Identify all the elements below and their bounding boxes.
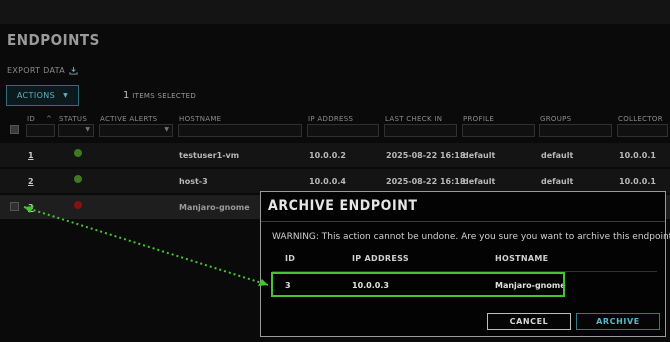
column-header-collector[interactable]: COLLECTOR [618,115,663,123]
row-last-check-in: 2025-08-22 16:18 [386,177,466,186]
selected-count-info: 1 ITEMS SELECTED [123,90,196,101]
status-online-icon [74,149,82,157]
warning-message: WARNING: This action cannot be undone. A… [272,232,670,242]
sort-up-icon[interactable]: ^ [46,115,52,123]
dialog-column-ip-address: IP ADDRESS [352,254,409,263]
export-data-label: EXPORT DATA [7,66,65,75]
column-header-hostname[interactable]: HOSTNAME [179,115,221,123]
filter-status-select[interactable]: ▼ [58,124,94,137]
status-offline-icon [74,201,82,209]
select-all-checkbox[interactable] [10,125,19,134]
filter-collector-input[interactable] [617,124,668,137]
column-header-last-check-in[interactable]: LAST CHECK IN [385,115,442,123]
actions-label: ACTIONS [16,91,56,100]
chevron-down-icon: ▼ [164,126,169,133]
row-groups: default [541,151,574,160]
row-hostname: testuser1-vm [179,151,240,160]
row-profile: default [463,177,496,186]
selected-count: 1 [123,90,130,101]
filter-ip-address-input[interactable] [307,124,379,137]
row-groups: default [541,177,574,186]
page-title: ENDPOINTS [7,31,100,49]
dialog-column-hostname: HOSTNAME [495,254,549,263]
table-row[interactable]: 1 testuser1-vm 10.0.0.2 2025-08-22 16:18… [0,143,670,167]
row-ip-address: 10.0.0.2 [309,151,346,160]
filter-profile-input[interactable] [462,124,535,137]
archive-endpoint-dialog: ARCHIVE ENDPOINT WARNING: This action ca… [260,191,670,337]
row-select-checkbox[interactable] [10,202,19,211]
divider [261,221,665,222]
dialog-title: ARCHIVE ENDPOINT [268,198,418,214]
selected-label: ITEMS SELECTED [132,92,197,100]
row-hostname: Manjaro-gnome [179,203,250,212]
status-online-icon [74,175,82,183]
table-row[interactable]: 2 host-3 10.0.0.4 2025-08-22 16:18 defau… [0,169,670,193]
filter-last-check-in-input[interactable] [384,124,457,137]
export-data-link[interactable]: EXPORT DATA [7,66,78,75]
filter-hostname-input[interactable] [178,124,302,137]
actions-dropdown-button[interactable]: ACTIONS ▼ [6,85,79,106]
row-id-link[interactable]: 1 [28,151,34,160]
row-profile: default [463,151,496,160]
column-header-status[interactable]: STATUS [59,115,87,123]
column-header-id[interactable]: ID [27,115,35,123]
column-header-ip-address[interactable]: IP ADDRESS [308,115,353,123]
row-last-check-in: 2025-08-22 16:18 [386,151,466,160]
column-header-groups[interactable]: GROUPS [540,115,571,123]
filter-id-input[interactable] [26,124,55,137]
row-id-link[interactable]: 3 [28,203,34,212]
filter-groups-input[interactable] [539,124,612,137]
row-id-link[interactable]: 2 [28,177,34,186]
column-header-profile[interactable]: PROFILE [463,115,494,123]
column-header-active-alerts[interactable]: ACTIVE ALERTS [100,115,157,123]
caret-down-icon: ▼ [63,92,69,99]
archive-button[interactable]: ARCHIVE [576,313,660,330]
top-bar [0,0,670,24]
chevron-down-icon: ▼ [85,126,90,133]
filter-active-alerts-select[interactable]: ▼ [99,124,173,137]
dialog-column-id: ID [285,254,296,263]
row-collector: 10.0.0.1 [619,177,656,186]
row-ip-address: 10.0.0.4 [309,177,346,186]
cancel-button[interactable]: CANCEL [487,313,571,330]
download-icon [69,66,78,75]
highlight-box [271,272,565,297]
row-hostname: host-3 [179,177,208,186]
row-collector: 10.0.0.1 [619,151,656,160]
